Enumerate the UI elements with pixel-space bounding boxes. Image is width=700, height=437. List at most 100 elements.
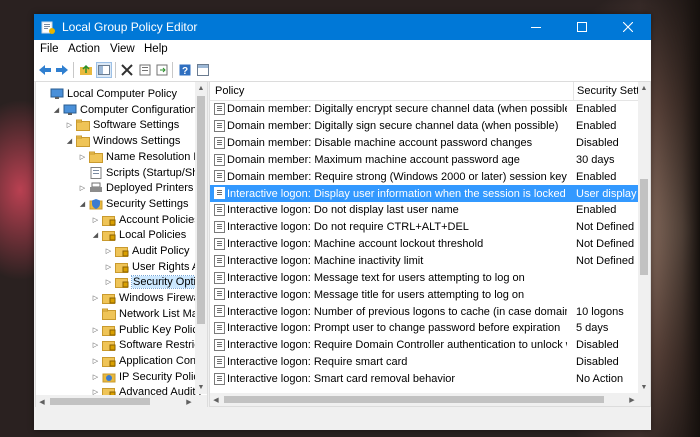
policy-row[interactable]: Interactive logon: Require smart card Dis… (210, 354, 640, 371)
scroll-right-arrow-icon[interactable]: ▶ (626, 393, 638, 406)
policy-row[interactable]: Domain member: Maximum machine account p… (210, 152, 640, 169)
policy-setting: Enabled (576, 103, 617, 116)
tree-item[interactable]: ▷ Audit Policy (104, 243, 189, 259)
tree-item[interactable]: ▷ Deployed Printers (78, 180, 194, 196)
column-header-policy[interactable]: Policy (215, 85, 244, 97)
policy-name: Interactive logon: Do not require CTRL+A… (227, 221, 469, 234)
tree-vscroll-thumb[interactable] (197, 96, 205, 324)
collapsed-chevron-icon[interactable]: ▷ (91, 369, 100, 385)
collapsed-chevron-icon[interactable]: ▷ (104, 243, 113, 259)
list-hscroll-thumb[interactable] (224, 396, 604, 403)
folder-icon (76, 135, 90, 148)
tree-item[interactable]: ▷ Application Contro (91, 353, 207, 369)
collapsed-chevron-icon[interactable]: ▷ (91, 337, 100, 353)
policy-row[interactable]: Interactive logon: Message text for user… (210, 270, 640, 287)
policy-row[interactable]: Interactive logon: Do not display last u… (210, 202, 640, 219)
collapsed-chevron-icon[interactable]: ▷ (78, 180, 87, 196)
collapsed-chevron-icon[interactable]: ▷ (91, 353, 100, 369)
menu-help[interactable]: Help (144, 43, 168, 55)
tree-item-label: Account Policies (119, 213, 200, 226)
toolbar: ? (34, 59, 651, 82)
column-header-security-setting[interactable]: Security Setti (577, 85, 640, 97)
extended-view-button[interactable] (195, 62, 211, 78)
tree-item[interactable]: ▷ Public Key Policies (91, 322, 207, 338)
computer-icon (63, 104, 77, 116)
tree-item[interactable]: ◢ Windows Settings (65, 133, 180, 149)
expanded-chevron-icon[interactable]: ◢ (65, 133, 74, 149)
tree-item[interactable]: ◢ Computer Configuration (52, 102, 197, 118)
collapsed-chevron-icon[interactable]: ▷ (91, 212, 100, 228)
tree-item[interactable]: Network List Mana (91, 306, 207, 322)
tree-item[interactable]: ▷ User Rights Ass (104, 259, 207, 275)
menu-file[interactable]: File (40, 43, 59, 55)
policy-row[interactable]: Interactive logon: Require Domain Contro… (210, 337, 640, 354)
policy-row[interactable]: Domain member: Digitally encrypt secure … (210, 101, 640, 118)
policy-row[interactable]: Interactive logon: Message title for use… (210, 286, 640, 303)
scroll-up-arrow-icon[interactable]: ▲ (638, 82, 650, 95)
tree-hscroll-thumb[interactable] (50, 398, 150, 405)
policy-row[interactable]: Interactive logon: Do not require CTRL+A… (210, 219, 640, 236)
tree-item-label: Windows Firewall (119, 292, 205, 305)
scroll-left-arrow-icon[interactable]: ◀ (210, 393, 222, 406)
policy-row[interactable]: Interactive logon: Machine account locko… (210, 236, 640, 253)
tree-item[interactable]: ▷ Account Policies (91, 212, 200, 228)
policy-row[interactable]: Domain member: Require strong (Windows 2… (210, 168, 640, 185)
collapsed-chevron-icon[interactable]: ▷ (91, 322, 100, 338)
list-vscroll-thumb[interactable] (640, 179, 648, 275)
tree-item[interactable]: ▷ Name Resolution Poli (78, 149, 207, 165)
tree-item[interactable]: Local Computer Policy (39, 86, 177, 102)
tree-item[interactable]: ▷ Security Option (104, 274, 207, 290)
collapsed-chevron-icon[interactable]: ▷ (78, 149, 87, 165)
list-vertical-scrollbar[interactable]: ▲ ▼ (638, 82, 650, 394)
tree-item[interactable]: ◢ Security Settings (78, 196, 189, 212)
scroll-down-arrow-icon[interactable]: ▼ (195, 381, 207, 394)
tree-item[interactable]: Scripts (Startup/Shutd (78, 165, 207, 181)
show-hide-tree-button[interactable] (96, 62, 112, 78)
policy-document-icon (214, 170, 225, 183)
collapsed-chevron-icon[interactable]: ▷ (104, 259, 113, 275)
help-icon: ? (179, 64, 191, 76)
policy-row[interactable]: Interactive logon: Prompt user to change… (210, 320, 640, 337)
forward-button[interactable] (54, 62, 70, 78)
help-button[interactable]: ? (177, 62, 193, 78)
navigation-tree[interactable]: Local Computer Policy ◢ Computer Configura… (35, 81, 208, 409)
policy-row[interactable]: Interactive logon: Machine inactivity li… (210, 253, 640, 270)
expanded-chevron-icon[interactable]: ◢ (91, 227, 100, 243)
expanded-chevron-icon[interactable]: ◢ (52, 102, 61, 118)
tree-item[interactable]: ▷ Software Settings (65, 117, 179, 133)
policy-row[interactable]: Domain member: Disable machine account p… (210, 135, 640, 152)
sort-chevron-icon: ^ (386, 81, 390, 87)
policy-row[interactable]: Interactive logon: Number of previous lo… (210, 303, 640, 320)
close-button[interactable] (605, 14, 651, 40)
collapsed-chevron-icon[interactable]: ▷ (65, 117, 74, 133)
maximize-button[interactable] (559, 14, 605, 40)
tree-item[interactable]: ▷ IP Security Policies (91, 369, 207, 385)
tree-item[interactable]: ▷ Software Restricti (91, 337, 205, 353)
minimize-button[interactable] (513, 14, 559, 40)
policy-row[interactable]: Domain member: Digitally sign secure cha… (210, 118, 640, 135)
tree-item[interactable]: ◢ Local Policies (91, 227, 186, 243)
back-button[interactable] (37, 62, 53, 78)
title-bar[interactable]: Local Group Policy Editor (34, 14, 651, 40)
policy-row[interactable]: Interactive logon: Display user informat… (210, 185, 640, 203)
policy-row[interactable]: Interactive logon: Smart card removal be… (210, 371, 640, 388)
expanded-chevron-icon[interactable]: ◢ (78, 196, 87, 212)
collapsed-chevron-icon[interactable]: ▷ (91, 290, 100, 306)
menu-action[interactable]: Action (68, 43, 100, 55)
list-horizontal-scrollbar[interactable]: ◀ ▶ (210, 393, 650, 406)
menu-bar: File Action View Help (34, 40, 651, 59)
tree-item[interactable]: ▷ Windows Firewall (91, 290, 205, 306)
delete-button[interactable] (119, 62, 135, 78)
policy-name: Interactive logon: Number of previous lo… (227, 305, 567, 318)
policy-editor-icon (41, 21, 55, 34)
export-list-button[interactable] (154, 62, 170, 78)
scroll-up-arrow-icon[interactable]: ▲ (195, 82, 207, 95)
policy-setting: Disabled (576, 339, 619, 352)
tree-vertical-scrollbar[interactable]: ▲ ▼ (195, 82, 207, 394)
properties-button[interactable] (137, 62, 153, 78)
collapsed-chevron-icon[interactable]: ▷ (104, 274, 113, 290)
up-folder-button[interactable] (78, 62, 94, 78)
policy-list[interactable]: Policy ^ Security Setti Domain member: D… (209, 81, 651, 407)
menu-view[interactable]: View (110, 43, 135, 55)
policy-setting: Enabled (576, 204, 617, 217)
